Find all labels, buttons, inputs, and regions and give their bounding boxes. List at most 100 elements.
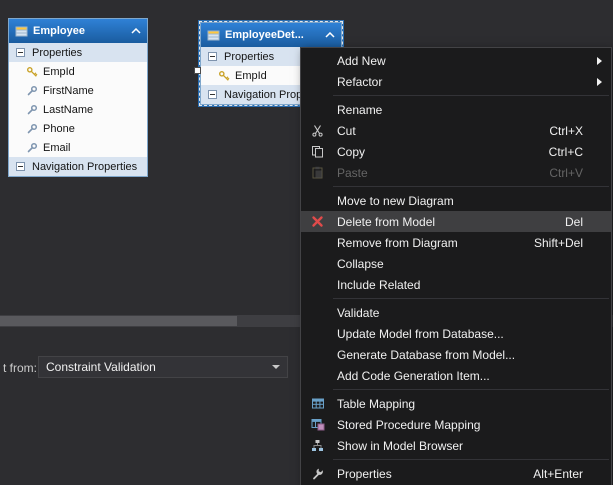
menu-item-label: Add New: [337, 54, 386, 68]
section-label: Properties: [224, 51, 274, 63]
entity-type-icon: [15, 25, 28, 38]
collapse-minus-icon[interactable]: [14, 162, 27, 171]
menu-item-label: Remove from Diagram: [337, 236, 458, 250]
menu-item-copy[interactable]: Copy Ctrl+C: [301, 141, 611, 162]
property-icon: [25, 123, 38, 135]
entity-type-icon: [207, 29, 220, 42]
menu-item-show-in-model-browser[interactable]: Show in Model Browser: [301, 435, 611, 456]
collapse-chevron-icon[interactable]: [325, 32, 335, 38]
menu-item-remove-from-diagram[interactable]: Remove from Diagram Shift+Del: [301, 232, 611, 253]
key-icon: [25, 66, 38, 78]
scrollbar-thumb[interactable]: [0, 316, 237, 326]
menu-item-label: Include Related: [337, 278, 420, 292]
menu-item-label: Paste: [337, 166, 368, 180]
menu-item-label: Generate Database from Model...: [337, 348, 515, 362]
menu-item-shortcut: Ctrl+C: [549, 145, 583, 159]
property-name: LastName: [43, 104, 93, 116]
paste-icon: [309, 164, 326, 181]
menu-item-paste[interactable]: Paste Ctrl+V: [301, 162, 611, 183]
menu-item-label: Stored Procedure Mapping: [337, 418, 480, 432]
constraint-validation-combobox[interactable]: Constraint Validation: [38, 356, 288, 378]
property-name: EmpId: [43, 66, 75, 78]
property-row-phone[interactable]: Phone: [9, 119, 147, 138]
menu-item-label: Properties: [337, 467, 392, 481]
submenu-arrow-icon: [597, 78, 602, 86]
property-name: FirstName: [43, 85, 94, 97]
property-row-firstname[interactable]: FirstName: [9, 81, 147, 100]
menu-item-label: Add Code Generation Item...: [337, 369, 490, 383]
entity-title: Employee: [33, 25, 126, 37]
menu-separator: [333, 459, 609, 460]
property-row-empid[interactable]: EmpId: [9, 62, 147, 81]
menu-item-label: Cut: [337, 124, 356, 138]
model-browser-icon: [309, 437, 326, 454]
properties-section-row[interactable]: Properties: [9, 43, 147, 62]
collapse-minus-icon[interactable]: [206, 90, 219, 99]
properties-icon: [309, 465, 326, 482]
menu-item-stored-procedure-mapping[interactable]: Stored Procedure Mapping: [301, 414, 611, 435]
menu-item-validate[interactable]: Validate: [301, 302, 611, 323]
key-icon: [217, 70, 230, 82]
menu-item-label: Collapse: [337, 257, 384, 271]
menu-item-shortcut: Del: [565, 215, 583, 229]
bottom-panel-label: t from:: [3, 361, 37, 375]
menu-separator: [333, 95, 609, 96]
menu-item-label: Rename: [337, 103, 382, 117]
collapse-minus-icon[interactable]: [14, 48, 27, 57]
menu-separator: [333, 298, 609, 299]
table-mapping-icon: [309, 395, 326, 412]
entity-employee-header[interactable]: Employee: [9, 19, 147, 43]
menu-item-add-new[interactable]: Add New: [301, 50, 611, 71]
menu-item-label: Table Mapping: [337, 397, 415, 411]
menu-separator: [333, 389, 609, 390]
property-icon: [25, 104, 38, 116]
menu-item-shortcut: Ctrl+X: [549, 124, 583, 138]
entity-employee-details-header[interactable]: EmployeeDet...: [201, 23, 341, 47]
entity-employee[interactable]: Employee Properties EmpId FirstName Last…: [8, 18, 148, 177]
delete-icon: [309, 213, 326, 230]
menu-item-label: Copy: [337, 145, 365, 159]
menu-item-include-related[interactable]: Include Related: [301, 274, 611, 295]
cut-icon: [309, 122, 326, 139]
menu-separator: [333, 186, 609, 187]
menu-item-label: Show in Model Browser: [337, 439, 463, 453]
context-menu: Add New Refactor Rename Cut Ctrl+X Copy …: [300, 47, 612, 485]
menu-item-refactor[interactable]: Refactor: [301, 71, 611, 92]
menu-item-generate-database-from-model[interactable]: Generate Database from Model...: [301, 344, 611, 365]
navigation-section-row[interactable]: Navigation Properties: [9, 157, 147, 176]
menu-item-cut[interactable]: Cut Ctrl+X: [301, 120, 611, 141]
property-name: Email: [43, 142, 71, 154]
menu-item-move-to-new-diagram[interactable]: Move to new Diagram: [301, 190, 611, 211]
menu-item-table-mapping[interactable]: Table Mapping: [301, 393, 611, 414]
collapse-minus-icon[interactable]: [206, 52, 219, 61]
menu-item-shortcut: Shift+Del: [534, 236, 583, 250]
selection-handle[interactable]: [194, 67, 201, 74]
menu-item-update-model-from-database[interactable]: Update Model from Database...: [301, 323, 611, 344]
menu-item-properties[interactable]: Properties Alt+Enter: [301, 463, 611, 484]
menu-item-rename[interactable]: Rename: [301, 99, 611, 120]
property-name: Phone: [43, 123, 75, 135]
submenu-arrow-icon: [597, 57, 602, 65]
menu-item-delete-from-model[interactable]: Delete from Model Del: [301, 211, 611, 232]
entity-title: EmployeeDet...: [225, 29, 320, 41]
menu-item-label: Move to new Diagram: [337, 194, 454, 208]
property-name: EmpId: [235, 70, 267, 82]
stored-procedure-mapping-icon: [309, 416, 326, 433]
menu-item-label: Update Model from Database...: [337, 327, 504, 341]
property-icon: [25, 142, 38, 154]
property-row-email[interactable]: Email: [9, 138, 147, 157]
section-label: Navigation Properties: [32, 161, 137, 173]
menu-item-label: Refactor: [337, 75, 382, 89]
section-label: Properties: [32, 47, 82, 59]
collapse-chevron-icon[interactable]: [131, 28, 141, 34]
copy-icon: [309, 143, 326, 160]
menu-item-collapse[interactable]: Collapse: [301, 253, 611, 274]
chevron-down-icon: [272, 365, 280, 369]
property-icon: [25, 85, 38, 97]
menu-item-add-code-generation-item[interactable]: Add Code Generation Item...: [301, 365, 611, 386]
menu-item-shortcut: Ctrl+V: [549, 166, 583, 180]
property-row-lastname[interactable]: LastName: [9, 100, 147, 119]
menu-item-shortcut: Alt+Enter: [533, 467, 583, 481]
combobox-value: Constraint Validation: [46, 360, 156, 374]
menu-item-label: Delete from Model: [337, 215, 435, 229]
